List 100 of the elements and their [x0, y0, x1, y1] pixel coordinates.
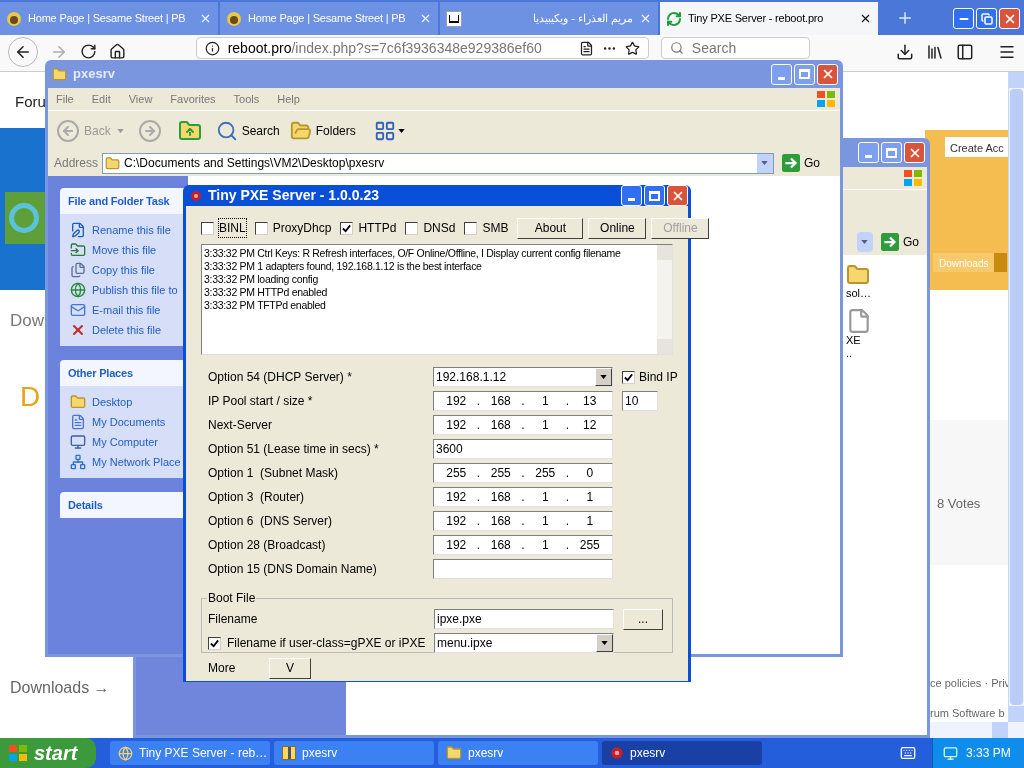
octet-value: 1 [540, 537, 550, 554]
menu-item[interactable]: Edit [91, 90, 111, 108]
scrollbar[interactable] [657, 245, 672, 354]
task-link[interactable]: Copy this file [92, 261, 155, 279]
reader-view-icon[interactable] [578, 40, 594, 56]
dropdown-button[interactable] [596, 634, 613, 652]
file-icon[interactable] [846, 308, 872, 334]
checkbox[interactable] [340, 221, 354, 235]
dropdown-field[interactable]: menu.ipxe [434, 633, 614, 653]
octet-separator: . [520, 537, 526, 554]
taskbar-button[interactable]: pxesrv [602, 741, 762, 765]
minimize-button[interactable] [621, 185, 642, 206]
close-button[interactable] [817, 63, 838, 85]
browse-button[interactable]: ... [623, 608, 663, 630]
menu-item[interactable]: File [56, 90, 74, 108]
task-link[interactable]: Publish this file to [92, 281, 178, 299]
maximize-button[interactable] [644, 185, 665, 206]
nav-link[interactable]: Foru [15, 91, 46, 114]
checkbox[interactable] [208, 636, 221, 650]
minimize-button[interactable] [953, 8, 974, 29]
maximize-button[interactable] [881, 142, 902, 163]
close-button[interactable] [667, 185, 688, 206]
browser-tab[interactable]: Tiny PXE Server - reboot.pro [660, 2, 878, 35]
task-link[interactable]: My Documents [92, 413, 166, 431]
caret-icon[interactable] [600, 375, 607, 379]
close-button[interactable] [904, 142, 925, 163]
folders-button[interactable]: Folders [289, 119, 356, 142]
maximize-button[interactable] [794, 63, 815, 85]
octet-separator: . [520, 465, 526, 482]
reload-icon[interactable] [79, 43, 97, 60]
task-link[interactable]: Desktop [92, 393, 133, 411]
taskbar-button[interactable]: pxesrv [438, 741, 598, 765]
menu-item[interactable]: Favorites [170, 90, 216, 108]
log-line: 3:33:32 PM loading config [204, 273, 319, 286]
create-account-button[interactable]: Create Acc [945, 137, 1008, 157]
task-link[interactable]: My Computer [92, 433, 159, 451]
text-field[interactable]: 3600 [433, 439, 613, 459]
download-icon[interactable] [896, 43, 915, 61]
task-link[interactable]: Delete this file [92, 321, 162, 339]
text-field[interactable]: ipxe.pxe [434, 609, 614, 629]
keyboard-icon[interactable] [900, 745, 916, 761]
address-field[interactable]: reboot.pro/index.php?s=7c6f3936348e929386ef60 [195, 37, 649, 59]
checkbox[interactable] [254, 221, 268, 235]
ip-address-field[interactable]: 192 . 168 . 1 . 1 [433, 487, 613, 507]
log-line: 3:33:32 PM HTTPd enabled [204, 286, 328, 299]
checkbox[interactable] [405, 221, 419, 235]
close-tab-icon[interactable] [859, 12, 872, 25]
menu-item[interactable]: Tools [233, 90, 260, 108]
minimize-button[interactable] [858, 142, 879, 163]
task-link[interactable]: My Network Place [92, 453, 181, 471]
ip-address-field[interactable]: 192 . 168 . 1 . 12 [433, 415, 613, 435]
go-button[interactable]: Go [877, 233, 923, 251]
up-folder-icon[interactable] [177, 118, 202, 143]
minimize-button[interactable] [771, 63, 792, 85]
search-button[interactable]: Search [215, 119, 280, 142]
start-button[interactable]: start [0, 738, 96, 768]
restore-button[interactable] [976, 8, 997, 29]
text-field[interactable] [433, 559, 613, 579]
dropdown-field[interactable]: 192.168.1.12 [433, 367, 613, 387]
page-title: D [20, 380, 41, 414]
network-icon[interactable] [943, 745, 958, 761]
horizontal-scrollbar[interactable] [930, 722, 1024, 738]
close-button[interactable] [999, 8, 1020, 29]
push-button[interactable]: Online [588, 217, 647, 239]
downloads-link[interactable]: Downloads → [10, 676, 110, 700]
views-button[interactable] [373, 119, 405, 142]
octet-value: 1 [585, 489, 595, 506]
bookmark-star-icon[interactable] [624, 40, 640, 56]
ip-address-field[interactable]: 192 . 168 . 1 . 255 [433, 535, 613, 555]
expand-button[interactable]: V [269, 657, 311, 679]
menu-item[interactable]: Help [277, 90, 300, 108]
taskbar-button[interactable]: pxesrv [274, 741, 434, 765]
text-field[interactable]: 10 [622, 391, 658, 411]
caret-icon[interactable] [601, 641, 608, 645]
ip-address-field[interactable]: 192 . 168 . 1 . 13 [433, 391, 613, 411]
sidebar-icon[interactable] [956, 43, 975, 61]
taskbar-button[interactable]: Tiny PXE Server - reb… [110, 741, 270, 765]
new-tab-icon[interactable] [896, 9, 914, 27]
ip-address-field[interactable]: 192 . 168 . 1 . 1 [433, 511, 613, 531]
caret-icon[interactable] [397, 128, 405, 133]
ip-address-field[interactable]: 255 . 255 . 255 . 0 [433, 463, 613, 483]
menu-item[interactable]: View [128, 90, 153, 108]
checkbox[interactable] [464, 221, 478, 235]
dropdown-button[interactable] [595, 368, 612, 386]
folder-icon[interactable] [846, 263, 870, 287]
task-link[interactable]: Rename this file [92, 221, 171, 239]
file-label[interactable]: sol… [846, 287, 927, 300]
menu-icon[interactable] [998, 43, 1016, 61]
file-label[interactable]: .. [846, 347, 927, 360]
library-icon[interactable] [926, 43, 945, 61]
search-field[interactable]: Search [660, 37, 811, 59]
go-button[interactable]: Go [778, 154, 824, 172]
home-icon[interactable] [108, 43, 126, 60]
task-link[interactable]: E-mail this file [92, 301, 161, 319]
push-button[interactable]: About [517, 217, 584, 239]
vertical-scrollbar[interactable] [1008, 72, 1024, 722]
task-link[interactable]: Move this file [92, 241, 157, 259]
checkbox[interactable] [622, 370, 635, 384]
file-label[interactable]: XE [846, 334, 927, 347]
checkbox[interactable] [201, 221, 214, 235]
